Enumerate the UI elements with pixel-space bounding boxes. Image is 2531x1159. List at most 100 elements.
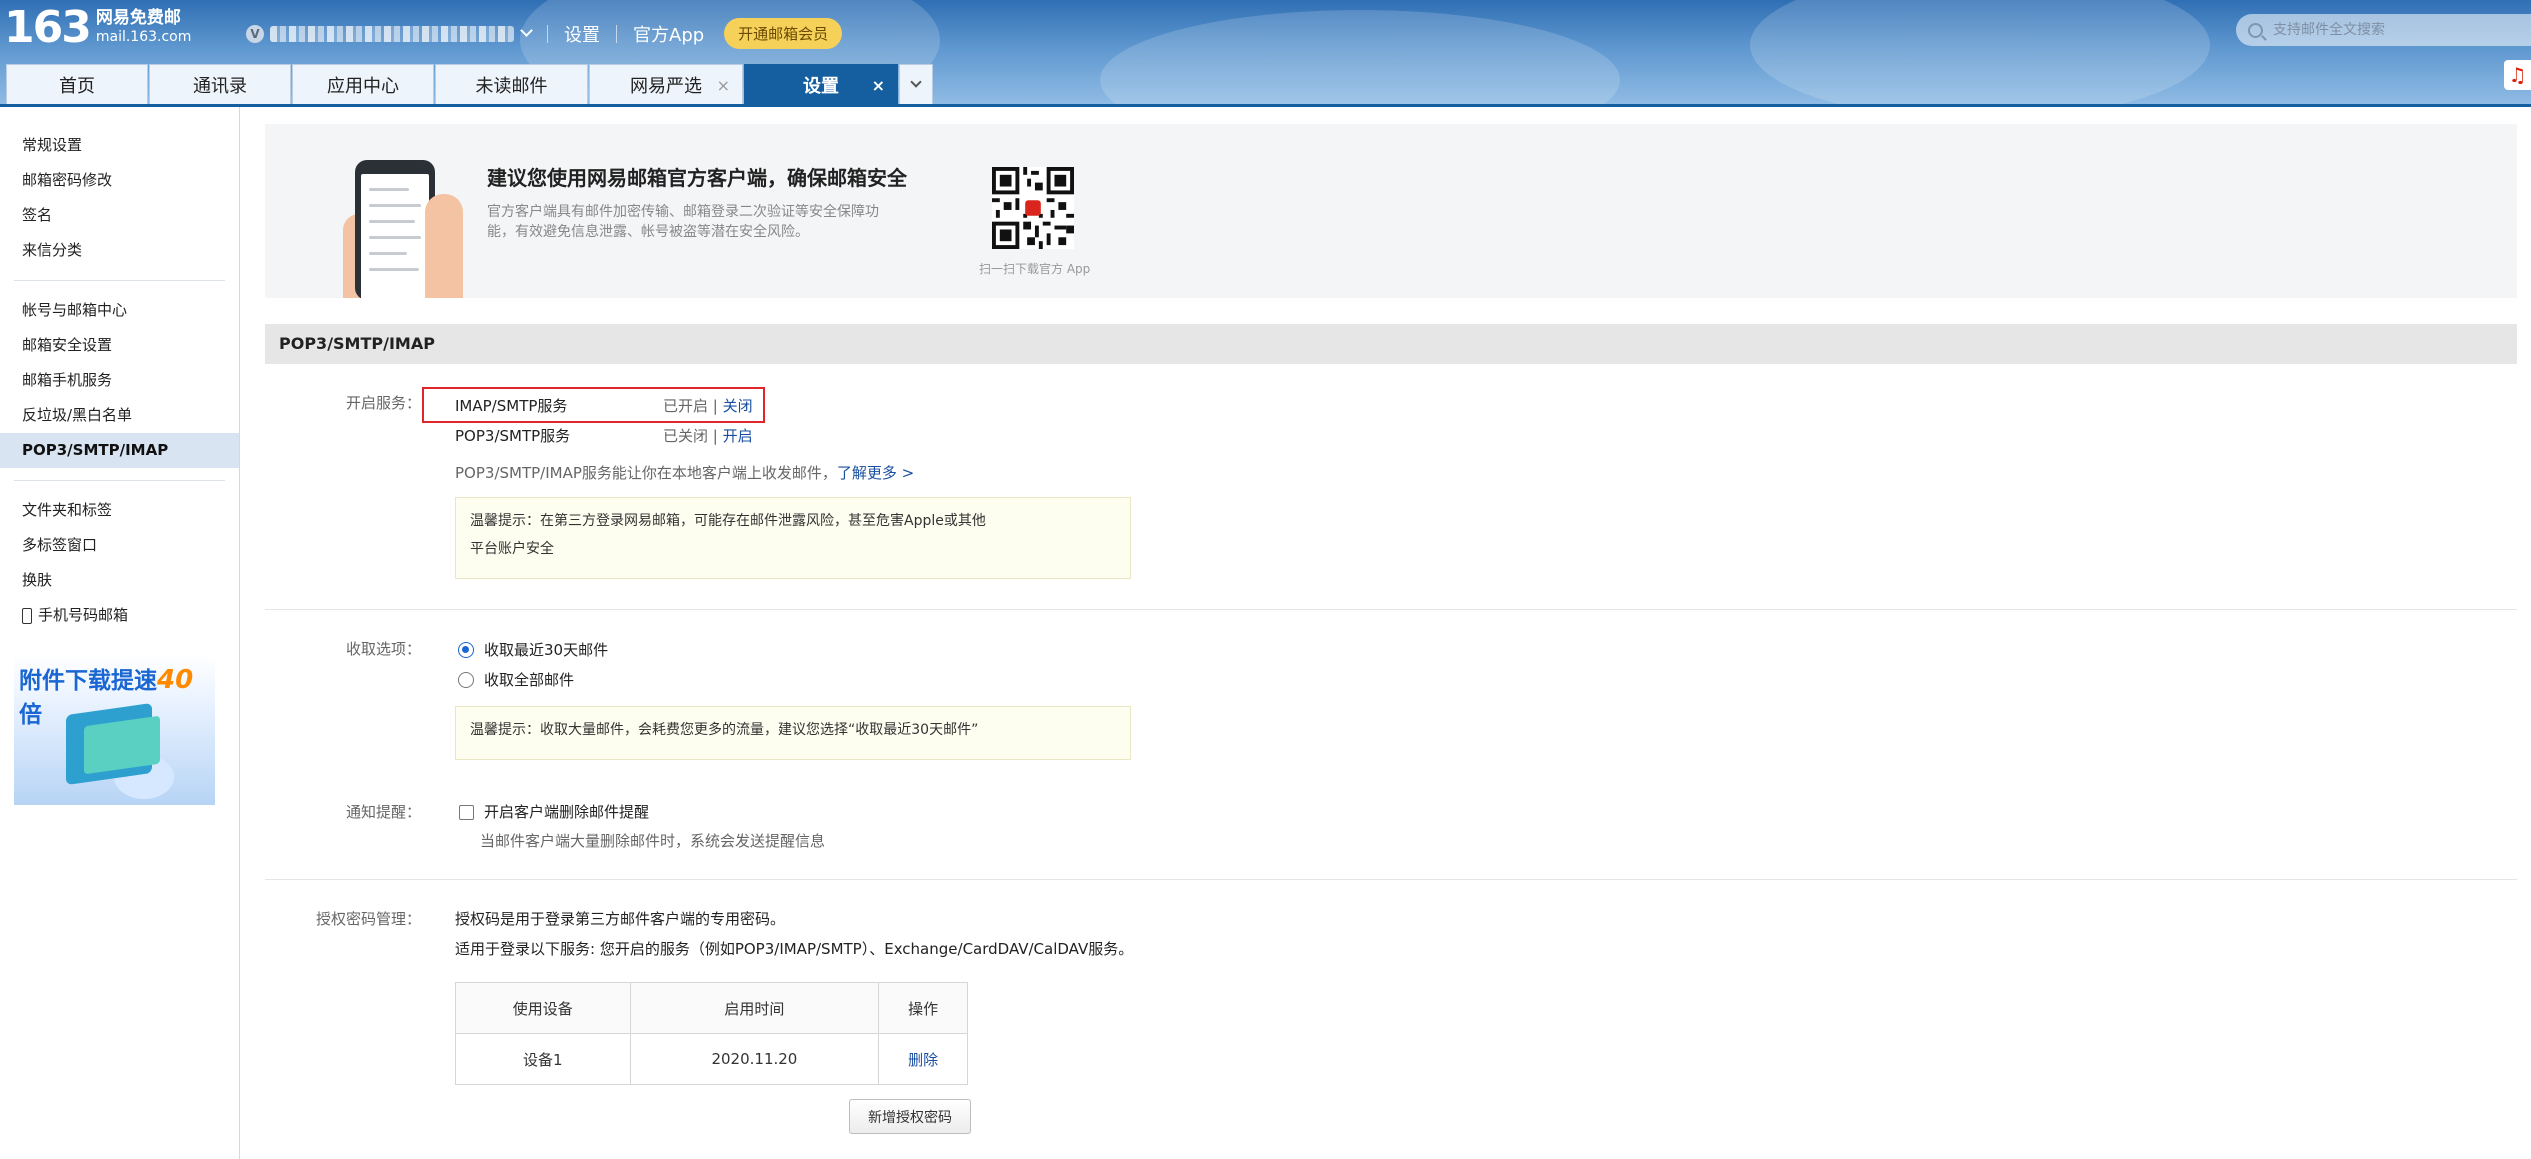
tab-label: 首页	[59, 75, 95, 97]
tab-label: 通讯录	[193, 75, 247, 97]
tab-label: 设置	[803, 75, 839, 97]
close-icon[interactable]: ×	[872, 76, 885, 95]
tip-line: 平台账户安全	[470, 541, 554, 557]
auth-line-1: 授权码是用于登录第三方邮件客户端的专用密码。	[455, 910, 786, 928]
sidebar-item-label: 手机号码邮箱	[38, 606, 129, 624]
table-row: 设备1 2020.11.20 删除	[455, 1033, 968, 1085]
pop3-service-status: 已关闭 | 开启	[663, 425, 753, 446]
tab-unread[interactable]: 未读邮件	[435, 64, 588, 104]
delete-reminder-checkbox[interactable]	[459, 805, 474, 820]
sidebar-item-security[interactable]: 邮箱安全设置	[0, 328, 239, 363]
account-name-blurred[interactable]	[270, 25, 514, 42]
sidebar-item-signature[interactable]: 签名	[0, 198, 239, 233]
sidebar-group-general: 常规设置 邮箱密码修改 签名 来信分类	[0, 128, 239, 268]
sidebar-item-multi-tab[interactable]: 多标签窗口	[0, 528, 239, 563]
action-cell: 删除	[878, 1033, 968, 1085]
header-divider	[547, 24, 548, 43]
pop3-enable-link[interactable]: 开启	[723, 427, 753, 445]
search-icon[interactable]	[2248, 22, 2263, 38]
sidebar-item-password[interactable]: 邮箱密码修改	[0, 163, 239, 198]
separator: |	[712, 397, 718, 415]
search-box[interactable]	[2236, 14, 2531, 46]
radio-label: 收取最近30天邮件	[484, 641, 609, 659]
mail-logo[interactable]: 163 网易免费邮 mail.163.com	[4, 6, 191, 50]
security-tip: 温馨提示：在第三方登录网易邮箱，可能存在邮件泄露风险，甚至危害Apple或其他 …	[455, 497, 1131, 579]
auth-label: 授权密码管理：	[315, 910, 421, 928]
settings-link[interactable]: 设置	[564, 21, 600, 47]
download-speed-ad[interactable]: 附件下载提速40 倍	[14, 655, 215, 805]
table-header: 使用设备	[455, 982, 631, 1034]
imap-disable-link[interactable]: 关闭	[723, 397, 753, 415]
sidebar-item-general[interactable]: 常规设置	[0, 128, 239, 163]
radio-label: 收取全部邮件	[484, 671, 575, 689]
radio-all-mail[interactable]	[458, 672, 474, 688]
mobile-phone-icon	[22, 607, 32, 624]
sidebar-group-account: 帐号与邮箱中心 邮箱安全设置 邮箱手机服务 反垃圾/黑白名单 POP3/SMTP…	[0, 293, 239, 468]
service-description: POP3/SMTP/IMAP服务能让你在本地客户端上收发邮件，了解更多 >	[455, 462, 914, 483]
separator: |	[712, 427, 718, 445]
close-icon[interactable]: ×	[717, 76, 730, 95]
phone-line	[369, 220, 415, 223]
table-header: 操作	[878, 982, 968, 1034]
tab-contacts[interactable]: 通讯录	[149, 64, 291, 104]
receive-label: 收取选项：	[345, 640, 421, 658]
official-app-link[interactable]: 官方App	[633, 21, 704, 47]
header-underline	[0, 104, 2531, 107]
auth-line-2: 适用于登录以下服务: 您开启的服务（例如POP3/IMAP/SMTP）、Exch…	[455, 940, 1134, 958]
vip-upgrade-button[interactable]: 开通邮箱会员	[724, 18, 843, 49]
device-cell: 设备1	[455, 1033, 631, 1085]
sidebar-divider	[14, 480, 225, 481]
description-text: POP3/SMTP/IMAP服务能让你在本地客户端上收发邮件，	[455, 464, 837, 482]
phone-illustration	[355, 160, 435, 298]
sidebar-item-pop3-smtp-imap[interactable]: POP3/SMTP/IMAP	[0, 433, 239, 468]
add-auth-code-button[interactable]: 新增授权密码	[849, 1099, 971, 1134]
sidebar-item-phone-mailbox[interactable]: 手机号码邮箱	[0, 598, 239, 633]
phone-line	[369, 236, 421, 239]
table-header: 启用时间	[629, 982, 880, 1034]
sidebar-item-folders[interactable]: 文件夹和标签	[0, 493, 239, 528]
scrollbar-track[interactable]	[2517, 107, 2531, 1159]
logo-domain: mail.163.com	[95, 29, 192, 45]
settings-sidebar: 常规设置 邮箱密码修改 签名 来信分类 帐号与邮箱中心 邮箱安全设置 邮箱手机服…	[0, 107, 240, 1159]
tab-label: 应用中心	[327, 75, 399, 97]
radio-recent-30-days[interactable]	[458, 642, 474, 658]
notify-description: 当邮件客户端大量删除邮件时，系统会发送提醒信息	[480, 832, 826, 850]
tab-settings[interactable]: 设置 ×	[744, 64, 898, 104]
chevron-down-icon[interactable]	[520, 24, 533, 37]
traffic-tip: 温馨提示：收取大量邮件，会耗费您更多的流量，建议您选择“收取最近30天邮件”	[455, 706, 1131, 760]
ad-speed: 40	[157, 665, 194, 695]
time-cell: 2020.11.20	[629, 1033, 880, 1085]
section-divider	[265, 879, 2517, 880]
sidebar-item-filters[interactable]: 来信分类	[0, 233, 239, 268]
hand-illustration	[425, 194, 463, 298]
sidebar-item-skin[interactable]: 换肤	[0, 563, 239, 598]
tab-home[interactable]: 首页	[6, 64, 148, 104]
imap-service-name: IMAP/SMTP服务	[455, 397, 568, 415]
learn-more-link[interactable]: 了解更多 >	[837, 464, 914, 482]
client-banner: 建议您使用网易邮箱官方客户端，确保邮箱安全 官方客户端具有邮件加密传输、邮箱登录…	[265, 124, 2517, 298]
sidebar-group-misc: 文件夹和标签 多标签窗口 换肤 手机号码邮箱	[0, 493, 239, 633]
sidebar-item-antispam[interactable]: 反垃圾/黑白名单	[0, 398, 239, 433]
tab-app-center[interactable]: 应用中心	[292, 64, 434, 104]
sidebar-item-account-center[interactable]: 帐号与邮箱中心	[0, 293, 239, 328]
delete-auth-link[interactable]: 删除	[908, 1051, 938, 1069]
qr-code-icon	[992, 167, 1074, 249]
account-area: V 设置 官方App 开通邮箱会员	[246, 18, 843, 49]
section-title: POP3/SMTP/IMAP	[265, 324, 2517, 364]
sidebar-item-phone-service[interactable]: 邮箱手机服务	[0, 363, 239, 398]
banner-description: 官方客户端具有邮件加密传输、邮箱登录二次验证等安全保障功能，有效避免信息泄露、帐…	[487, 204, 879, 240]
music-icon[interactable]: ♫	[2504, 60, 2531, 90]
phone-line	[369, 268, 419, 271]
tab-more-button[interactable]	[899, 64, 933, 104]
phone-screen	[361, 174, 429, 298]
phone-line	[369, 204, 421, 207]
tab-label: 未读邮件	[475, 75, 548, 97]
header-cloud	[1100, 10, 1620, 104]
logo-number: 163	[4, 2, 92, 53]
table-header-row: 使用设备 启用时间 操作	[455, 982, 968, 1034]
search-input[interactable]	[2273, 22, 2503, 38]
tab-yanxuan[interactable]: 网易严选 ×	[589, 64, 743, 104]
vip-level-icon: V	[246, 24, 264, 43]
settings-content: 建议您使用网易邮箱官方客户端，确保邮箱安全 官方客户端具有邮件加密传输、邮箱登录…	[265, 124, 2517, 1159]
tab-label: 网易严选	[630, 75, 702, 97]
